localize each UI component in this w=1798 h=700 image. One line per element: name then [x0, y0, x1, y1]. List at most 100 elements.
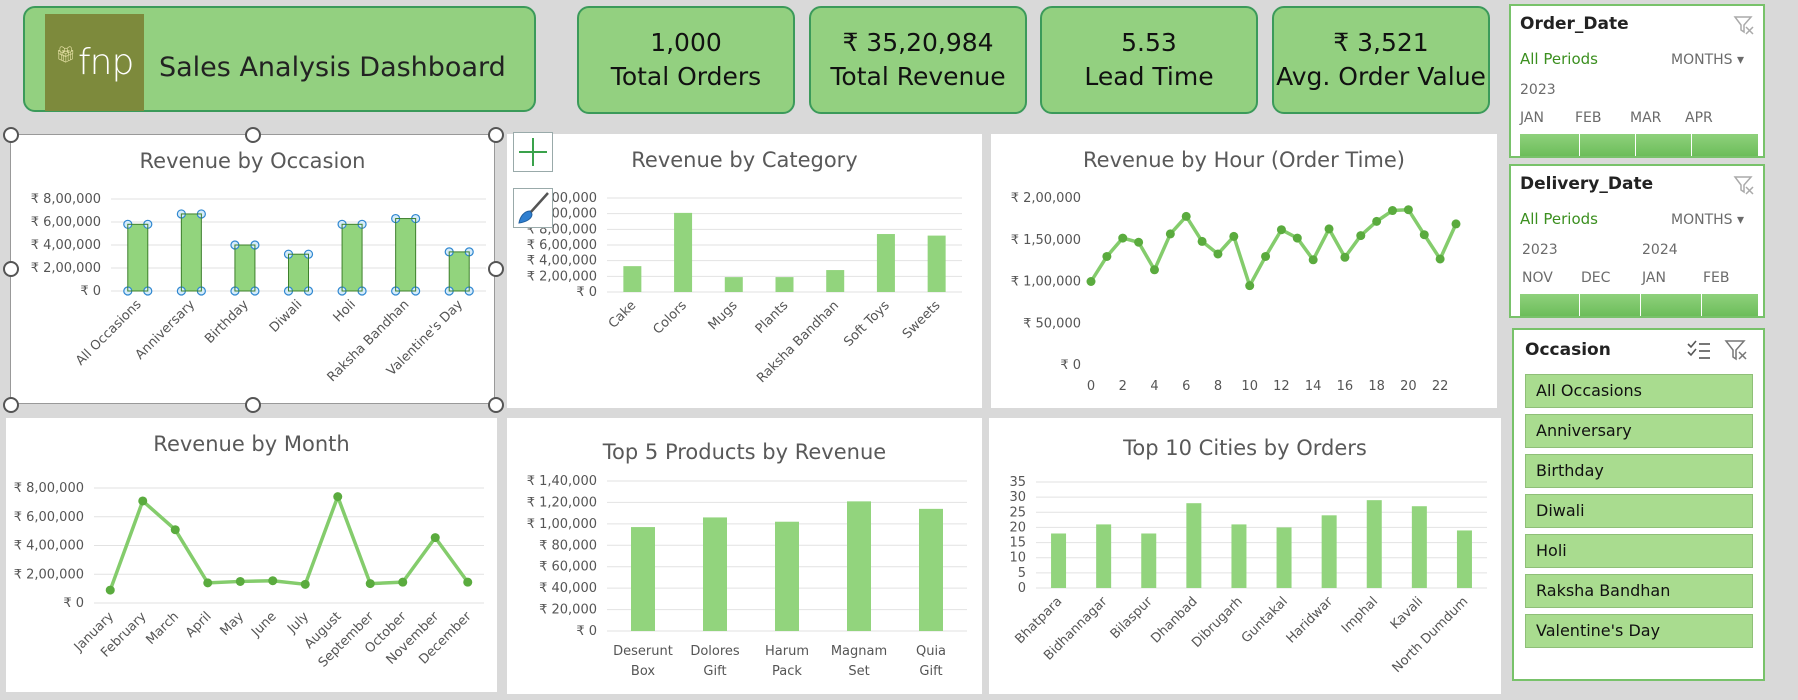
x-tick-label: Deserunt	[613, 644, 673, 659]
bar	[127, 224, 148, 291]
y-tick-label: 10	[1009, 551, 1026, 566]
data-point	[203, 578, 213, 588]
chart-plot: ₹ 0 ₹ 20,000 ₹ 40,000 ₹ 60,000 ₹ 80,000 ₹ 1,0…	[527, 474, 967, 679]
kpi-lead-time: 5.53 Lead Time	[1040, 6, 1258, 114]
data-point	[1435, 254, 1445, 264]
data-point	[1324, 224, 1334, 234]
data-point	[365, 579, 375, 589]
slicer-item-birthday[interactable]: Birthday	[1525, 454, 1753, 488]
x-tick-label: Pack	[772, 664, 802, 679]
resize-handle[interactable]	[245, 397, 261, 413]
series-line	[108, 494, 470, 591]
data-point	[1276, 225, 1286, 235]
bar	[631, 527, 655, 631]
slicer-item-diwali[interactable]: Diwali	[1525, 494, 1753, 528]
bar	[1411, 506, 1427, 588]
resize-handle[interactable]	[488, 261, 504, 277]
clear-filter-icon[interactable]	[1733, 174, 1755, 196]
timeline-bar[interactable]	[1520, 294, 1758, 316]
resize-handle[interactable]	[3, 397, 19, 413]
x-tick-label: 20	[1400, 379, 1417, 394]
chart-plot: ₹ 0₹ 2,00,000₹ 4,00,000₹ 6,00,000₹ 8,00,…	[14, 481, 484, 671]
bar	[775, 521, 799, 631]
y-tick-label: ₹ 0	[576, 624, 597, 639]
month-label: MAR	[1630, 110, 1662, 126]
y-tick-label: ₹ 20,000	[539, 603, 597, 618]
chart-revenue-by-hour[interactable]: Revenue by Hour (Order Time) ₹ 0 ₹ 50,000…	[991, 134, 1497, 408]
bar	[395, 218, 416, 291]
y-tick-label: ₹ 2,00,000	[14, 567, 84, 582]
bar	[876, 234, 895, 292]
bar	[724, 277, 743, 292]
chart-revenue-by-category[interactable]: Revenue by Category ₹ 0 ₹ 2,00,000 ₹ 4,00,…	[507, 134, 982, 408]
bar	[1456, 530, 1472, 588]
chart-plot: ₹ 0 ₹ 50,000 ₹ 1,00,000 ₹ 1,50,000 ₹ 2,00,00…	[1011, 191, 1461, 394]
x-tick-label: 0	[1087, 379, 1095, 394]
slicer-item-valentines-day[interactable]: Valentine's Day	[1525, 614, 1753, 648]
month-label: DEC	[1581, 270, 1611, 286]
chart-plot: ₹ 0₹ 2,00,000₹ 4,00,000₹ 6,00,000₹ 8,00,…	[518, 191, 962, 386]
slicer-item-raksha-bandhan[interactable]: Raksha Bandhan	[1525, 574, 1753, 608]
x-tick-label: Plants	[753, 298, 792, 337]
y-tick-label: ₹ 2,00,000	[31, 261, 101, 276]
resize-handle[interactable]	[3, 261, 19, 277]
data-point	[398, 577, 408, 587]
time-level-dropdown[interactable]: MONTHS ▾	[1671, 212, 1744, 228]
multi-select-icon[interactable]	[1686, 338, 1712, 362]
slicer-item-holi[interactable]: Holi	[1525, 534, 1753, 568]
gift-icon: 🎁︎	[55, 45, 76, 64]
x-tick-label: 4	[1150, 379, 1158, 394]
time-level-dropdown[interactable]: MONTHS ▾	[1671, 52, 1744, 68]
slicer-order-date[interactable]: Order_Date All Periods MONTHS ▾ 2023 JAN…	[1509, 4, 1765, 158]
month-label: JAN	[1642, 270, 1666, 286]
x-tick-label: Gift	[919, 664, 942, 679]
chart-styles-button[interactable]	[513, 188, 553, 228]
data-point	[430, 533, 440, 543]
chart-revenue-by-month[interactable]: Revenue by Month ₹ 0 ₹ 2,00,000 ₹ 4,00,000…	[6, 418, 497, 692]
data-point	[1451, 219, 1461, 229]
chart-elements-button[interactable]	[513, 132, 553, 172]
chart-plot: 05101520253035BhatparaBidhannagarBilaspu…	[1009, 475, 1487, 676]
chart-revenue-by-occasion[interactable]: Revenue by Occasion ₹ 0 ₹ 2,00,000 ₹ 4,00,…	[10, 134, 495, 404]
slicer-occasion[interactable]: Occasion All Occasions Anniversary Birth…	[1512, 328, 1765, 681]
resize-handle[interactable]	[488, 397, 504, 413]
x-tick-label: Diwali	[267, 297, 306, 336]
y-tick-label: ₹ 1,00,000	[1011, 275, 1081, 290]
y-tick-label: ₹ 0	[1060, 358, 1081, 373]
slicer-item-all-occasions[interactable]: All Occasions	[1525, 374, 1753, 408]
data-point	[1181, 211, 1191, 221]
x-tick-label: 22	[1432, 379, 1449, 394]
resize-handle[interactable]	[245, 127, 261, 143]
slicer-delivery-date[interactable]: Delivery_Date All Periods MONTHS ▾ 2023 …	[1509, 164, 1765, 318]
x-tick-label: Imphal	[1339, 594, 1381, 636]
x-tick-label: July	[284, 609, 312, 637]
data-point	[1086, 277, 1096, 286]
clear-filter-icon[interactable]	[1733, 14, 1755, 36]
resize-handle[interactable]	[3, 127, 19, 143]
resize-handle[interactable]	[488, 127, 504, 143]
y-tick-label: 30	[1009, 490, 1026, 505]
chart-top-cities[interactable]: Top 10 Cities by Orders 0 5 10 15 20 25 30 35 Bh…	[989, 418, 1501, 694]
y-tick-label: 35	[1009, 475, 1026, 490]
clear-filter-icon[interactable]	[1724, 338, 1750, 362]
plus-icon	[519, 138, 547, 166]
timeline-bar[interactable]	[1520, 134, 1758, 156]
x-tick-label: Sweets	[900, 298, 944, 342]
bar	[1366, 500, 1382, 588]
chevron-down-icon: ▾	[1737, 212, 1745, 228]
dashboard-title: Sales Analysis Dashboard	[159, 52, 506, 83]
chart-plot: ₹ 0₹ 2,00,000₹ 4,00,000₹ 6,00,000₹ 8,00,…	[31, 192, 486, 385]
y-tick-label: ₹ 1,40,000	[527, 474, 597, 489]
y-tick-label: ₹ 2,00,000	[1011, 191, 1081, 206]
bar	[927, 235, 946, 292]
time-level-label: MONTHS	[1671, 52, 1733, 68]
bar	[1276, 527, 1292, 588]
data-point	[1165, 229, 1175, 239]
y-tick-label: ₹ 60,000	[539, 560, 597, 575]
chart-top-products[interactable]: Top 5 Products by Revenue ₹ 0 ₹ 20,000 ₹ 4…	[507, 418, 982, 694]
slicer-item-anniversary[interactable]: Anniversary	[1525, 414, 1753, 448]
data-point	[1388, 206, 1398, 216]
data-point	[235, 576, 245, 586]
x-tick-label: April	[183, 609, 215, 641]
y-tick-label: ₹ 80,000	[539, 538, 597, 553]
